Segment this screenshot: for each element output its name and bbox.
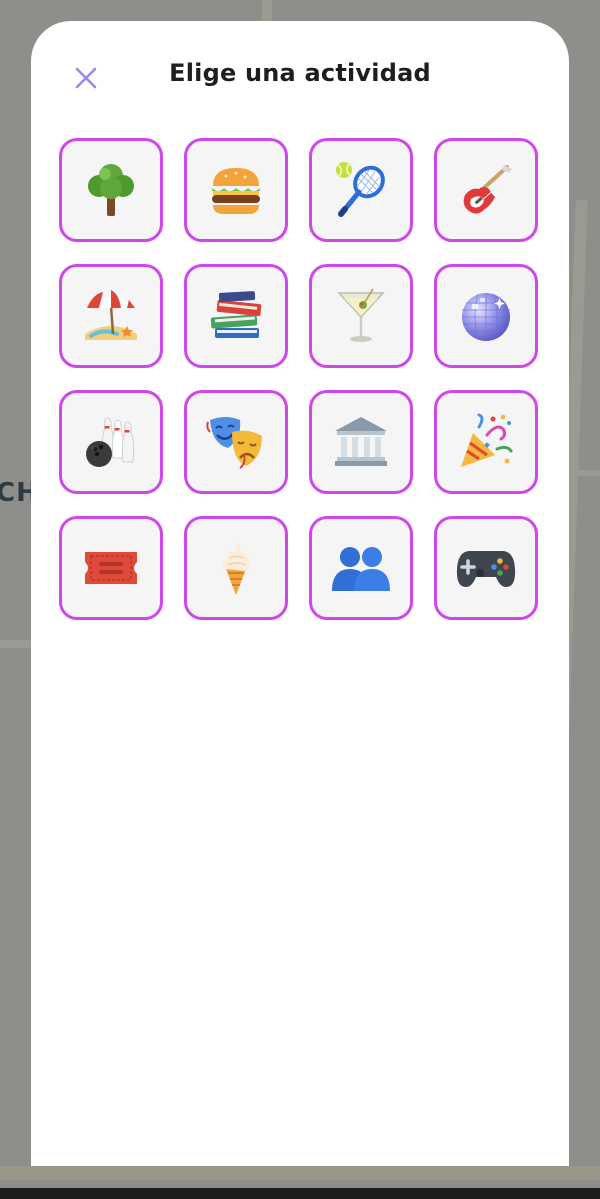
theater-masks-icon — [206, 417, 262, 469]
activity-grid — [59, 138, 538, 620]
close-button[interactable] — [69, 61, 103, 95]
ice-cream-icon — [222, 543, 250, 595]
activity-tile-tennis[interactable] — [309, 138, 413, 242]
party-popper-icon — [461, 413, 513, 467]
gamepad-icon — [456, 551, 516, 587]
sheet-title: Elige una actividad — [169, 59, 431, 87]
activity-tile-ice-cream[interactable] — [184, 516, 288, 620]
bowling-icon — [86, 417, 135, 467]
activity-tile-disco[interactable] — [434, 264, 538, 368]
people-icon — [332, 547, 390, 591]
close-icon — [75, 67, 97, 89]
map-road — [0, 1166, 600, 1180]
activity-tile-books[interactable] — [184, 264, 288, 368]
activity-tile-museum[interactable] — [309, 390, 413, 494]
activity-tile-people[interactable] — [309, 516, 413, 620]
activity-tile-bowling[interactable] — [59, 390, 163, 494]
activity-tile-cocktail[interactable] — [309, 264, 413, 368]
ticket-icon — [85, 552, 137, 584]
cocktail-icon — [337, 288, 385, 342]
activity-tile-party[interactable] — [434, 390, 538, 494]
disco-ball-icon — [462, 293, 510, 341]
guitar-icon — [463, 165, 512, 214]
activity-tile-gamepad[interactable] — [434, 516, 538, 620]
burger-icon — [212, 168, 260, 214]
map-road — [0, 640, 32, 648]
system-bottom-bar — [0, 1188, 600, 1199]
activity-tile-tree[interactable] — [59, 138, 163, 242]
beach-icon — [85, 290, 137, 340]
tennis-icon — [336, 162, 385, 217]
activity-tile-beach[interactable] — [59, 264, 163, 368]
activity-picker-sheet: Elige una actividad — [31, 21, 569, 1166]
activity-tile-guitar[interactable] — [434, 138, 538, 242]
books-icon — [210, 291, 262, 338]
tree-icon — [88, 164, 134, 216]
museum-icon — [335, 417, 387, 466]
map-road — [572, 470, 600, 476]
activity-tile-theater[interactable] — [184, 390, 288, 494]
activity-tile-ticket[interactable] — [59, 516, 163, 620]
activity-tile-burger[interactable] — [184, 138, 288, 242]
